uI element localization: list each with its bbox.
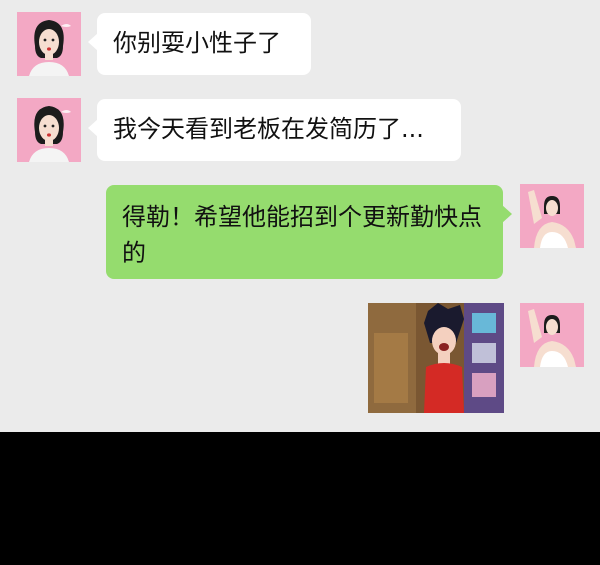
- outgoing-message-bubble[interactable]: 得勒！希望他能招到个更新勤快点的: [106, 185, 512, 279]
- woman-portrait-icon: [17, 12, 81, 76]
- laughing-woman-icon: [368, 303, 504, 413]
- woman-raised-arm-icon: [520, 184, 584, 248]
- contact-avatar[interactable]: [17, 12, 81, 76]
- woman-portrait-icon: [17, 98, 81, 162]
- incoming-message-bubble[interactable]: 我今天看到老板在发简历了...: [88, 99, 461, 161]
- message-text: 你别耍小性子了: [113, 29, 281, 57]
- incoming-message-bubble[interactable]: 你别耍小性子了: [88, 13, 311, 75]
- user-avatar[interactable]: [520, 184, 584, 248]
- woman-raised-arm-icon: [520, 303, 584, 367]
- user-avatar[interactable]: [520, 303, 584, 367]
- black-bottom-bar: [0, 432, 600, 565]
- message-text: 得勒！希望他能招到个更新勤快点的: [122, 203, 482, 267]
- contact-avatar[interactable]: [17, 98, 81, 162]
- message-text: 我今天看到老板在发简历了...: [113, 115, 424, 143]
- chat-area: 你别耍小性子了 我今天看到老板在发简历了... 得勒！希望他能招到个更新勤快点的: [0, 0, 600, 432]
- sticker-image[interactable]: [368, 303, 504, 413]
